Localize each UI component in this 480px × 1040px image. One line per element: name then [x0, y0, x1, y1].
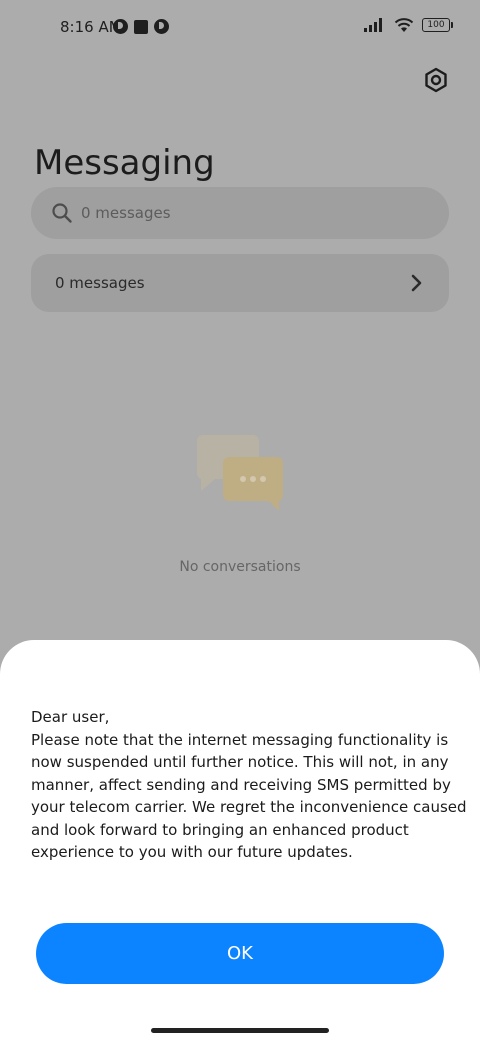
status-right-icons: 100 — [364, 17, 453, 33]
messages-row[interactable]: 0 messages — [31, 254, 449, 312]
empty-state-label: No conversations — [179, 559, 301, 575]
page-title: Messaging — [34, 142, 215, 183]
notification-icons — [113, 19, 169, 34]
status-bar: 8:16 AM 100 — [0, 0, 480, 56]
chevron-right-icon — [411, 274, 422, 292]
notification-app-icon-2 — [154, 19, 169, 34]
battery-icon: 100 — [422, 18, 453, 32]
search-icon — [52, 203, 72, 223]
notification-square-icon — [134, 19, 148, 34]
search-input[interactable] — [81, 187, 431, 239]
dialog-message: Dear user, Please note that the internet… — [31, 708, 467, 861]
notification-app-icon — [113, 19, 128, 34]
home-indicator[interactable] — [151, 1028, 329, 1033]
search-bar[interactable] — [31, 187, 449, 239]
wifi-icon — [394, 18, 414, 32]
empty-conversations-icon — [196, 435, 284, 511]
signal-icon — [364, 18, 382, 32]
messages-row-label: 0 messages — [55, 274, 145, 292]
notice-dialog: Dear user, Please note that the internet… — [0, 640, 480, 1040]
settings-button[interactable] — [420, 64, 452, 96]
ok-button[interactable]: OK — [36, 923, 444, 984]
settings-icon — [425, 67, 447, 93]
